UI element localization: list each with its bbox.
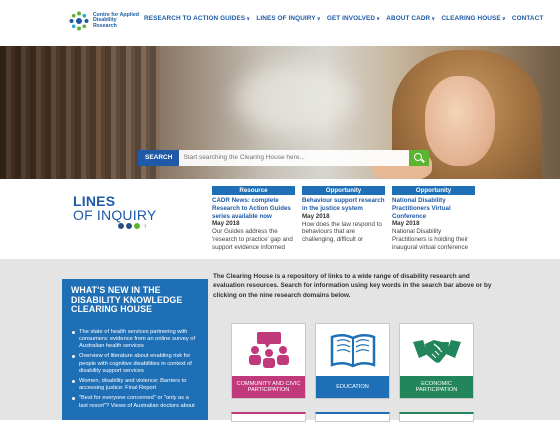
domain-label: EDUCATION [316, 376, 389, 398]
domain-tile-partial[interactable] [399, 412, 474, 422]
nav-get-involved[interactable]: GET INVOLVED∨ [327, 15, 380, 22]
pager-dot[interactable] [118, 223, 124, 229]
loi-title-line2: OF INQUIRY [73, 207, 157, 223]
chevron-down-icon: ∨ [501, 16, 506, 22]
pager-dot-active[interactable] [134, 223, 140, 229]
search-bar: SEARCH [138, 150, 430, 166]
search-label: SEARCH [138, 150, 180, 166]
nav-label: CLEARING HOUSE [441, 15, 501, 22]
card-tag: Opportunity [302, 186, 385, 195]
card-title[interactable]: Behaviour support research in the justic… [302, 197, 385, 213]
nav-contact[interactable]: CONTACT [512, 15, 543, 22]
nav-label: GET INVOLVED [326, 15, 376, 22]
inquiry-card[interactable]: Opportunity National Disability Practiti… [392, 186, 475, 258]
lines-of-inquiry-section: LINES OF INQUIRY › Resource CADR News: c… [0, 179, 560, 259]
card-body: Our Guides address the 'research to prac… [212, 228, 293, 251]
logo-text: Centre for Applied Disability Research [93, 11, 140, 29]
list-item[interactable]: Overview of literature about enabling ri… [71, 353, 199, 375]
carousel-pager: › [118, 222, 147, 230]
domain-tile-education[interactable]: EDUCATION [315, 323, 390, 399]
main-nav: RESEARCH TO ACTION GUIDES∨ LINES OF INQU… [144, 15, 549, 22]
card-title[interactable]: CADR News: complete Research to Action G… [212, 197, 295, 220]
list-item[interactable]: The state of health services partnering … [71, 329, 199, 351]
card-date: May 2018 [392, 220, 420, 228]
book-icon [316, 324, 389, 376]
card-tag: Resource [212, 186, 295, 195]
card-date: May 2018 [212, 220, 240, 228]
inquiry-card[interactable]: Resource CADR News: complete Research to… [212, 186, 295, 258]
hero-bookshelf-image [0, 46, 160, 179]
nav-research-to-action-guides[interactable]: RESEARCH TO ACTION GUIDES∨ [144, 15, 250, 22]
nav-label: RESEARCH TO ACTION GUIDES [144, 15, 246, 22]
nav-lines-of-inquiry[interactable]: LINES OF INQUIRY∨ [256, 15, 320, 22]
logo-mark-icon [69, 11, 89, 31]
community-icon [232, 324, 305, 376]
card-body: How does the law respond to behaviours t… [302, 220, 382, 244]
cadr-logo[interactable]: Centre for Applied Disability Research [68, 10, 141, 32]
chevron-down-icon: ∨ [431, 16, 436, 22]
card-date: May 2018 [302, 212, 330, 220]
search-input[interactable] [179, 150, 410, 166]
clearing-house-intro: The Clearing House is a repository of li… [213, 273, 492, 299]
card-body: National Disability Practitioners is hol… [392, 228, 469, 251]
domain-label: COMMUNITY AND CIVIC PARTICIPATION [232, 376, 305, 398]
card-title[interactable]: National Disability Practitioners Virtua… [392, 197, 475, 220]
whats-new-title: WHAT'S NEW IN THE DISABILITY KNOWLEDGE C… [71, 285, 183, 315]
site-header: Centre for Applied Disability Research R… [0, 0, 560, 46]
chevron-down-icon: ∨ [246, 16, 251, 22]
domain-tile-partial[interactable] [231, 412, 306, 422]
nav-clearing-house[interactable]: CLEARING HOUSE∨ [441, 15, 505, 22]
whats-new-list: The state of health services partnering … [71, 329, 199, 410]
chevron-right-icon[interactable]: › [144, 222, 147, 230]
domain-tile-partial[interactable] [315, 412, 390, 422]
list-item[interactable]: Women, disability and violence: Barriers… [71, 378, 199, 392]
whats-new-panel: WHAT'S NEW IN THE DISABILITY KNOWLEDGE C… [62, 279, 208, 420]
pager-dot[interactable] [126, 223, 132, 229]
domain-tile-economic[interactable]: ECONOMIC PARTICIPATION [399, 323, 474, 399]
inquiry-card[interactable]: Opportunity Behaviour support research i… [302, 186, 385, 258]
search-icon[interactable] [409, 150, 430, 166]
domain-tile-community[interactable]: COMMUNITY AND CIVIC PARTICIPATION [231, 323, 306, 399]
loi-title-line1: LINES [73, 193, 116, 209]
card-tag: Opportunity [392, 186, 475, 195]
hero-banner: SEARCH [0, 46, 560, 179]
nav-label: ABOUT CADR [386, 15, 431, 22]
lines-of-inquiry-title: LINES OF INQUIRY [73, 194, 156, 222]
chevron-down-icon: ∨ [376, 16, 381, 22]
hero-student-face [425, 76, 495, 166]
handshake-icon [400, 324, 473, 376]
domain-label: ECONOMIC PARTICIPATION [400, 376, 473, 398]
list-item[interactable]: "Best for everyone concerned" or "only a… [71, 395, 199, 409]
nav-label: LINES OF INQUIRY [256, 15, 316, 22]
clearing-house-section: WHAT'S NEW IN THE DISABILITY KNOWLEDGE C… [0, 259, 560, 422]
hero-blur-light [235, 64, 355, 134]
nav-about-cadr[interactable]: ABOUT CADR∨ [386, 15, 435, 22]
chevron-down-icon: ∨ [316, 16, 321, 22]
nav-label: CONTACT [511, 15, 544, 22]
